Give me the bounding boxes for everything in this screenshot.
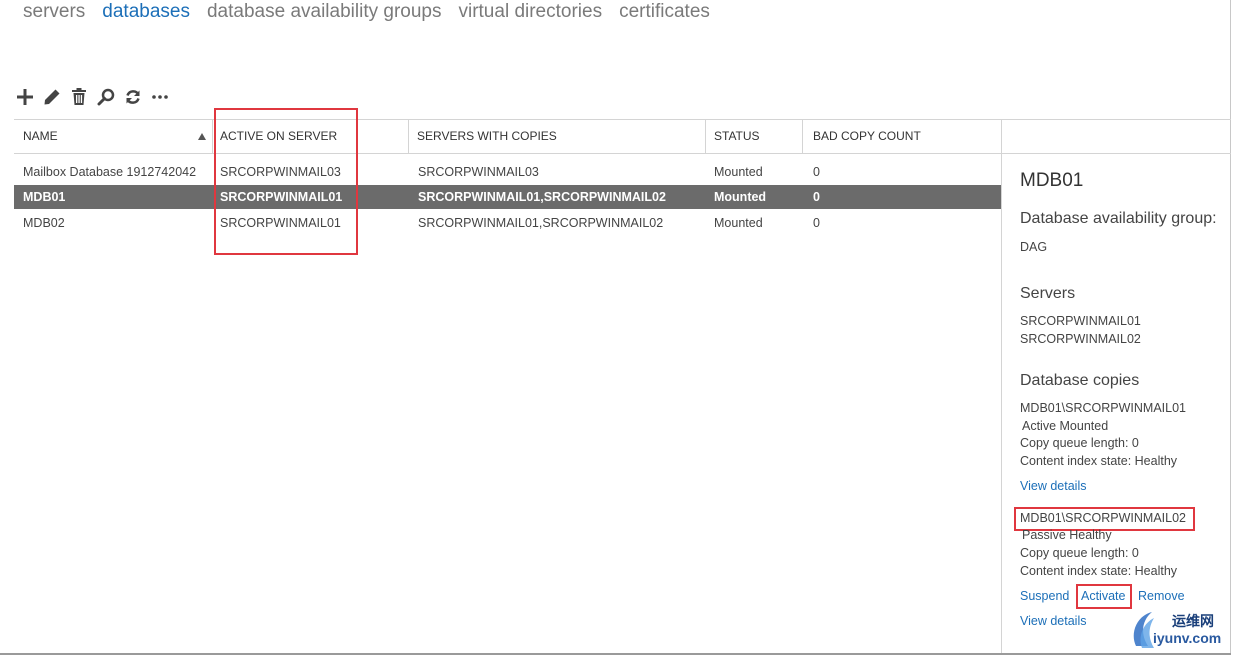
cell-servers-with-copies: SRCORPWINMAIL01,SRCORPWINMAIL02 xyxy=(418,216,664,230)
details-servers-heading: Servers xyxy=(1020,285,1076,302)
column-header-bad-copy-count[interactable]: BAD COPY COUNT xyxy=(806,120,1002,153)
details-server-item: SRCORPWINMAIL02 xyxy=(1020,332,1141,346)
cell-bad-copy-count: 0 xyxy=(813,165,820,179)
cell-name: MDB02 xyxy=(23,216,65,230)
edit-icon[interactable] xyxy=(42,87,62,107)
column-separator xyxy=(1001,120,1002,153)
cell-status: Mounted xyxy=(714,216,763,230)
tab-virtual-directories[interactable]: virtual directories xyxy=(458,1,602,27)
details-dag-heading: Database availability group: xyxy=(1020,210,1217,227)
tab-database-availability-groups[interactable]: database availability groups xyxy=(207,1,442,27)
refresh-icon[interactable] xyxy=(123,87,143,107)
more-icon[interactable] xyxy=(150,87,170,107)
search-icon[interactable] xyxy=(96,87,116,107)
tab-servers[interactable]: servers xyxy=(23,1,85,27)
cell-status: Mounted xyxy=(714,190,767,204)
watermark-text: 运维网 xyxy=(1172,613,1214,629)
cell-name: MDB01 xyxy=(23,190,66,204)
copy-content-index-state: Content index state: Healthy xyxy=(1020,454,1178,468)
delete-icon[interactable] xyxy=(69,87,89,107)
remove-link[interactable]: Remove xyxy=(1138,587,1185,605)
copy-queue-length: Copy queue length: 0 xyxy=(1020,546,1139,560)
cell-servers-with-copies: SRCORPWINMAIL03 xyxy=(418,165,539,179)
copy-queue-length: Copy queue length: 0 xyxy=(1020,436,1139,450)
cell-status: Mounted xyxy=(714,165,763,179)
view-details-link[interactable]: View details xyxy=(1020,612,1086,630)
cell-active-on-server: SRCORPWINMAIL01 xyxy=(220,190,343,204)
column-separator xyxy=(802,120,803,153)
column-header-servers-with-copies[interactable]: SERVERS WITH COPIES xyxy=(410,120,706,153)
details-dag-value: DAG xyxy=(1020,240,1048,254)
column-header-active-on-server[interactable]: ACTIVE ON SERVER xyxy=(213,120,409,153)
copy-state: Passive Healthy xyxy=(1022,528,1112,542)
details-server-item: SRCORPWINMAIL01 xyxy=(1020,314,1141,328)
table-row[interactable]: MDB02 SRCORPWINMAIL01 SRCORPWINMAIL01,SR… xyxy=(14,211,1002,235)
window-right-border xyxy=(1230,0,1231,654)
copy-state: Active Mounted xyxy=(1022,419,1109,433)
column-separator xyxy=(705,120,706,153)
view-details-link[interactable]: View details xyxy=(1020,477,1086,495)
copy-content-index-state: Content index state: Healthy xyxy=(1020,564,1178,578)
tab-certificates[interactable]: certificates xyxy=(619,1,710,27)
toolbar xyxy=(15,86,170,108)
column-header-name[interactable]: NAME xyxy=(16,120,212,153)
details-title: MDB01 xyxy=(1020,170,1084,191)
cell-bad-copy-count: 0 xyxy=(813,190,820,204)
column-header-status[interactable]: STATUS xyxy=(707,120,803,153)
suspend-link[interactable]: Suspend xyxy=(1020,587,1069,605)
copy-name: MDB01\SRCORPWINMAIL01 xyxy=(1020,401,1187,415)
table-row[interactable]: Mailbox Database 1912742042 SRCORPWINMAI… xyxy=(14,160,1002,184)
cell-active-on-server: SRCORPWINMAIL01 xyxy=(220,216,341,230)
watermark-text: iyunv.com xyxy=(1153,630,1222,646)
cell-bad-copy-count: 0 xyxy=(813,216,820,230)
table-row-selected[interactable]: MDB01 SRCORPWINMAIL01 SRCORPWINMAIL01,SR… xyxy=(14,185,1002,209)
window-bottom-border xyxy=(0,653,1231,655)
cell-servers-with-copies: SRCORPWINMAIL01,SRCORPWINMAIL02 xyxy=(418,190,666,204)
details-copies-heading: Database copies xyxy=(1020,372,1140,389)
sort-ascending-icon xyxy=(198,133,206,140)
add-icon[interactable] xyxy=(15,87,35,107)
column-separator xyxy=(408,120,409,153)
copy-name: MDB01\SRCORPWINMAIL02 xyxy=(1020,511,1187,525)
top-navigation: servers databases database availability … xyxy=(23,1,710,27)
details-pane-divider xyxy=(1001,153,1002,653)
activate-link[interactable]: Activate xyxy=(1081,587,1125,605)
tab-databases[interactable]: databases xyxy=(102,1,190,27)
cell-name: Mailbox Database 1912742042 xyxy=(23,165,197,179)
grid-header-bottom-line xyxy=(14,153,1231,154)
cell-active-on-server: SRCORPWINMAIL03 xyxy=(220,165,341,179)
